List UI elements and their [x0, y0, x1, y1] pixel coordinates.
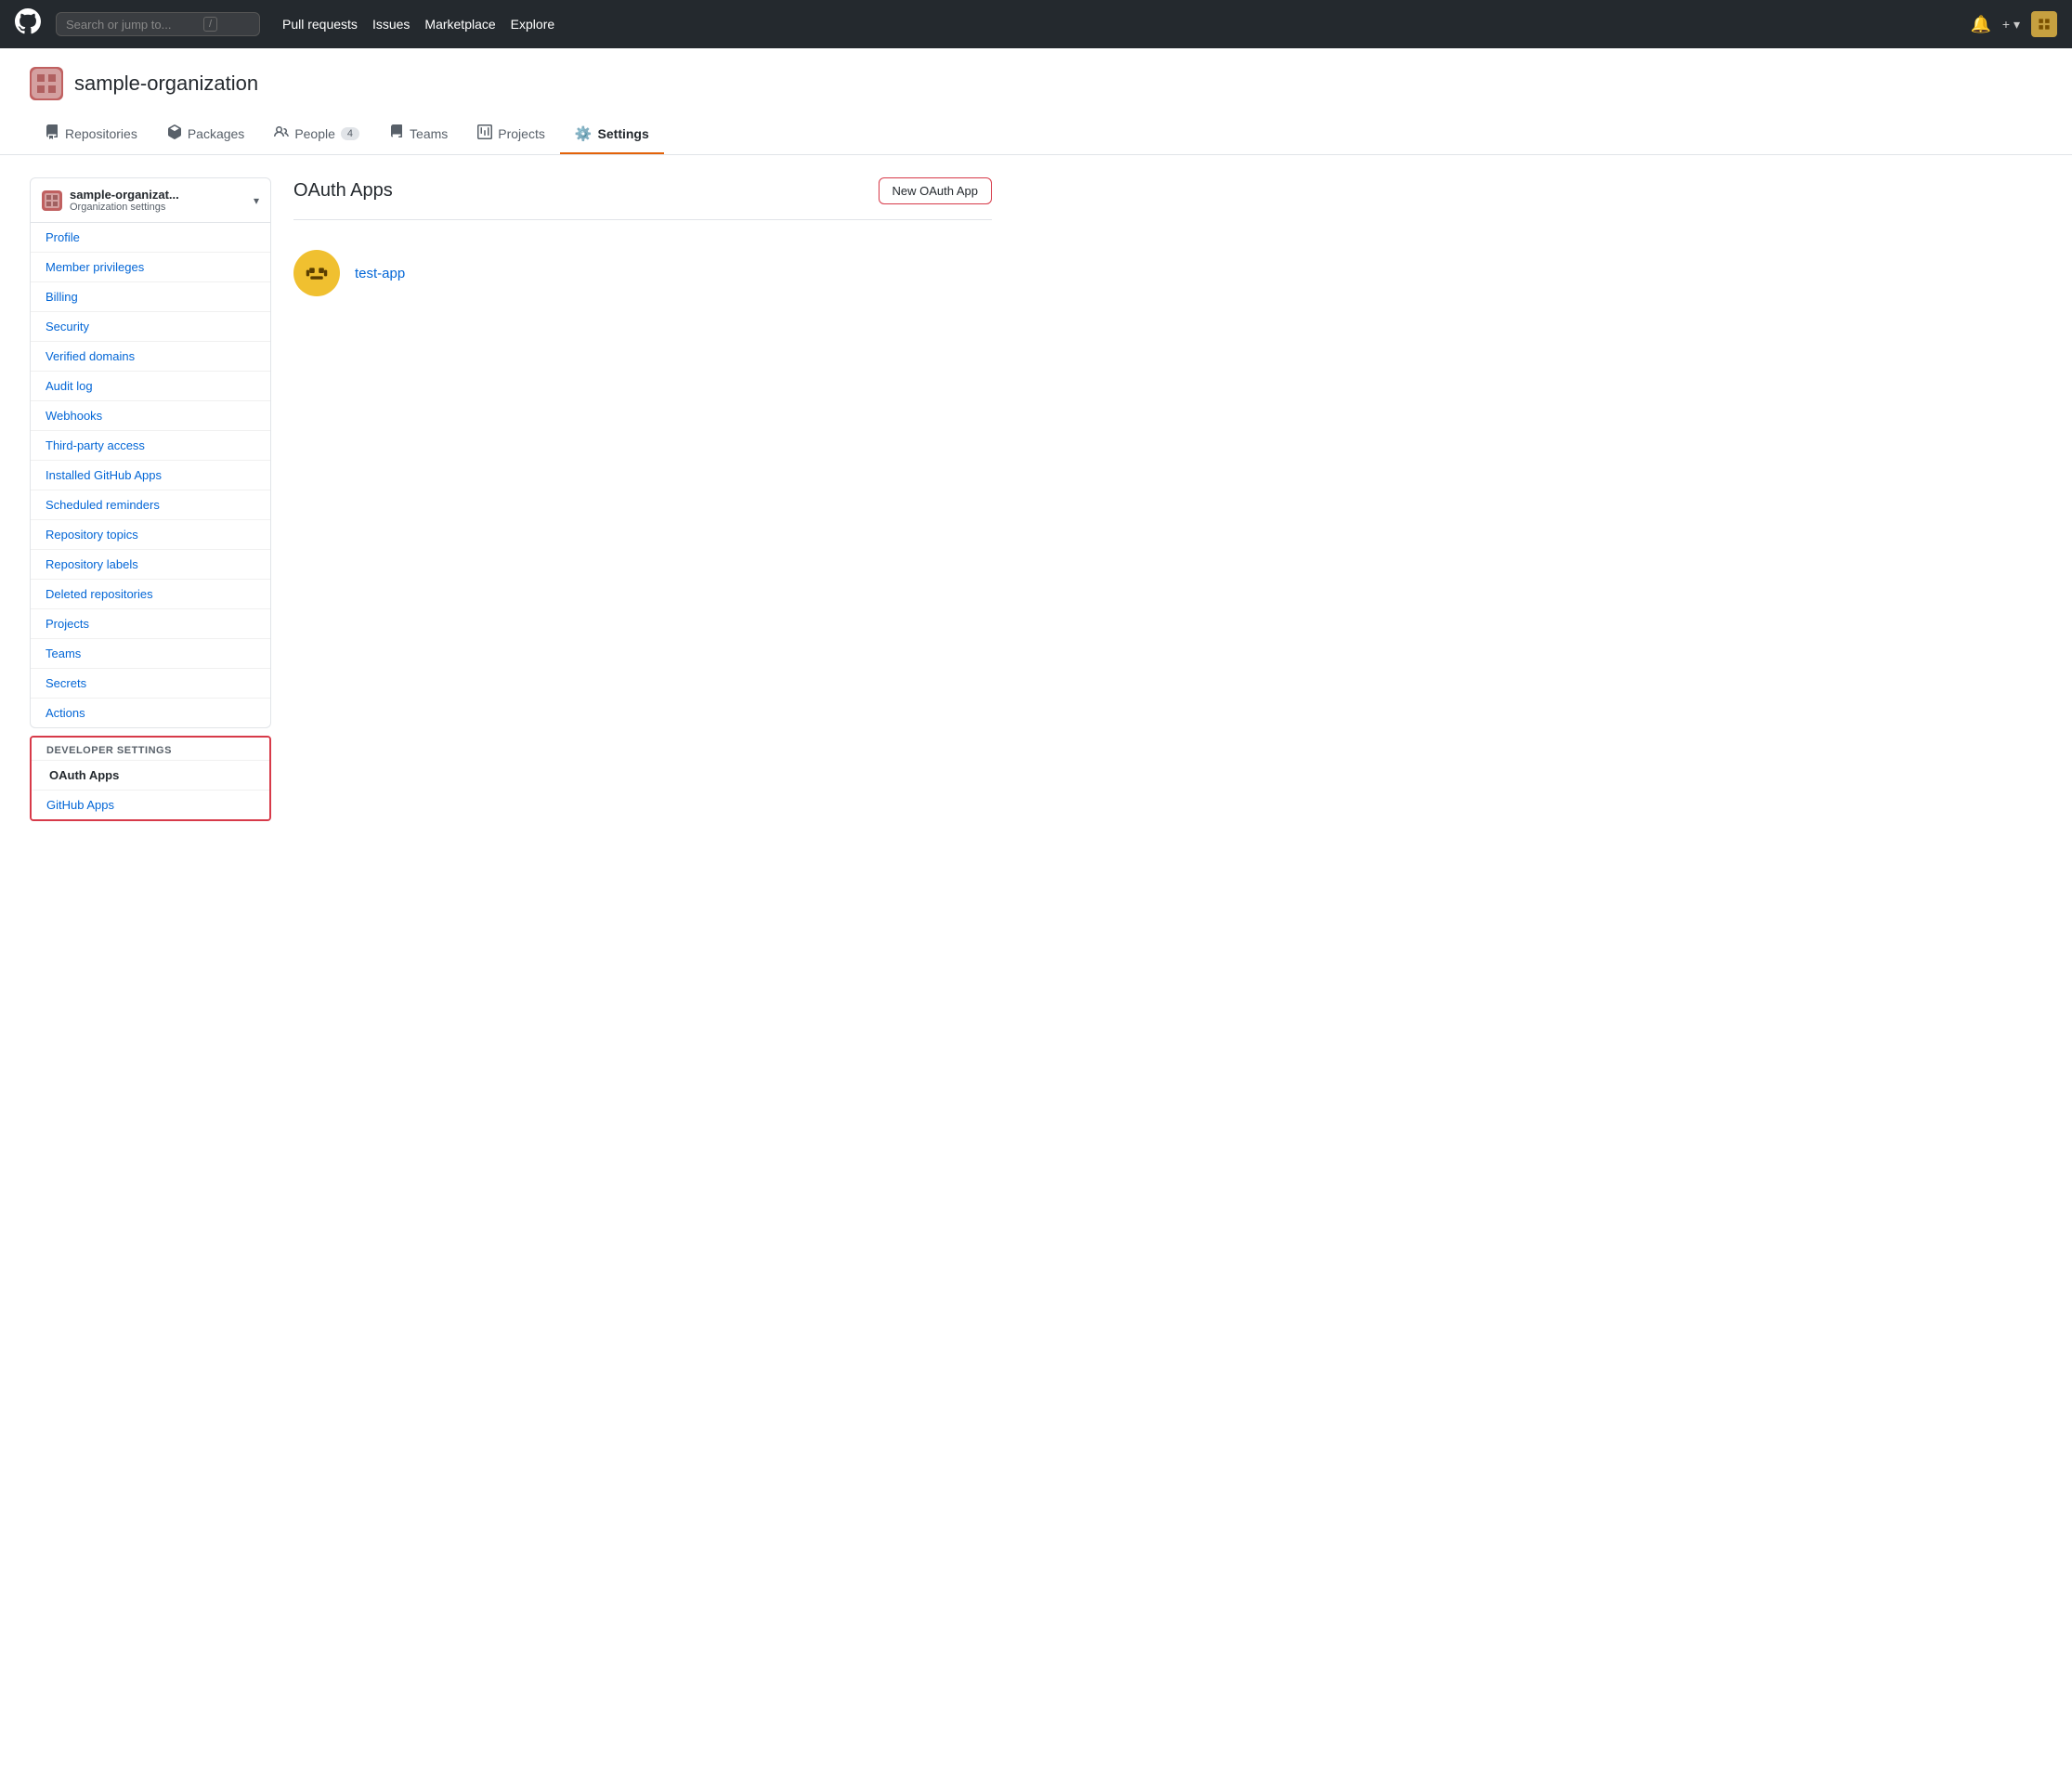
explore-link[interactable]: Explore — [511, 17, 554, 32]
sidebar-item-teams[interactable]: Teams — [31, 639, 270, 669]
people-icon — [274, 124, 289, 143]
marketplace-link[interactable]: Marketplace — [424, 17, 495, 32]
sidebar-item-secrets[interactable]: Secrets — [31, 669, 270, 699]
page-layout: sample-organizat... Organization setting… — [0, 155, 1022, 843]
projects-icon — [477, 124, 492, 143]
sidebar-item-repository-topics[interactable]: Repository topics — [31, 520, 270, 550]
tab-settings[interactable]: ⚙️ Settings — [560, 115, 664, 154]
plus-icon[interactable]: + ▾ — [2002, 17, 2020, 33]
sidebar-item-security[interactable]: Security — [31, 312, 270, 342]
gear-icon: ⚙️ — [575, 125, 593, 142]
sidebar-item-audit-log[interactable]: Audit log — [31, 372, 270, 401]
tab-people[interactable]: People 4 — [259, 115, 374, 154]
pkg-icon — [167, 124, 182, 143]
sidebar-item-billing[interactable]: Billing — [31, 282, 270, 312]
main-content: OAuth Apps New OAuth App test-app — [293, 177, 992, 821]
sidebar-item-webhooks[interactable]: Webhooks — [31, 401, 270, 431]
sidebar-item-github-apps[interactable]: GitHub Apps — [32, 791, 269, 819]
topnav: / Pull requests Issues Marketplace Explo… — [0, 0, 2072, 48]
org-switcher[interactable]: sample-organizat... Organization setting… — [30, 177, 271, 223]
sidebar-org-sub: Organization settings — [70, 202, 179, 213]
sidebar-item-verified-domains[interactable]: Verified domains — [31, 342, 270, 372]
avatar[interactable] — [2031, 11, 2057, 37]
tab-packages[interactable]: Packages — [152, 115, 259, 154]
sidebar-nav: Profile Member privileges Billing Securi… — [30, 223, 271, 728]
app-name-link[interactable]: test-app — [355, 266, 405, 281]
sidebar-org-name: sample-organizat... — [70, 188, 179, 202]
sidebar-item-projects[interactable]: Projects — [31, 609, 270, 639]
teams-icon — [389, 124, 404, 143]
search-box[interactable]: / — [56, 12, 260, 36]
pull-requests-link[interactable]: Pull requests — [282, 17, 358, 32]
org-header: sample-organization Repositories Package… — [0, 48, 2072, 155]
org-name: sample-organization — [74, 72, 258, 96]
topnav-links: Pull requests Issues Marketplace Explore — [282, 17, 554, 32]
developer-settings-group: Developer settings OAuth Apps GitHub App… — [30, 736, 271, 821]
sidebar-item-installed-github-apps[interactable]: Installed GitHub Apps — [31, 461, 270, 490]
sidebar-org-avatar — [42, 190, 62, 211]
chevron-down-icon: ▾ — [254, 194, 259, 207]
sidebar-item-repository-labels[interactable]: Repository labels — [31, 550, 270, 580]
search-input[interactable] — [66, 18, 196, 32]
sidebar-item-member-privileges[interactable]: Member privileges — [31, 253, 270, 282]
main-header: OAuth Apps New OAuth App — [293, 177, 992, 220]
page-title: OAuth Apps — [293, 180, 393, 202]
slash-key: / — [203, 17, 217, 32]
app-item: test-app — [293, 235, 992, 311]
org-tabs: Repositories Packages People 4 Teams Pro… — [30, 115, 2042, 154]
sidebar-item-profile[interactable]: Profile — [31, 223, 270, 253]
sidebar: sample-organizat... Organization setting… — [30, 177, 271, 821]
sidebar-item-scheduled-reminders[interactable]: Scheduled reminders — [31, 490, 270, 520]
sidebar-item-actions[interactable]: Actions — [31, 699, 270, 727]
app-avatar — [293, 250, 340, 296]
sidebar-item-oauth-apps[interactable]: OAuth Apps — [32, 761, 269, 791]
repo-icon — [45, 124, 59, 143]
org-avatar — [30, 67, 63, 100]
tab-repositories[interactable]: Repositories — [30, 115, 152, 154]
github-logo-icon[interactable] — [15, 8, 41, 41]
tab-projects[interactable]: Projects — [463, 115, 560, 154]
tab-teams[interactable]: Teams — [374, 115, 463, 154]
sidebar-item-deleted-repositories[interactable]: Deleted repositories — [31, 580, 270, 609]
notifications-icon[interactable]: 🔔 — [1970, 15, 1990, 34]
new-oauth-app-button[interactable]: New OAuth App — [879, 177, 993, 204]
sidebar-item-third-party-access[interactable]: Third-party access — [31, 431, 270, 461]
issues-link[interactable]: Issues — [372, 17, 410, 32]
topnav-right: 🔔 + ▾ — [1970, 11, 2057, 37]
people-badge: 4 — [341, 127, 359, 140]
developer-settings-label: Developer settings — [32, 738, 269, 761]
